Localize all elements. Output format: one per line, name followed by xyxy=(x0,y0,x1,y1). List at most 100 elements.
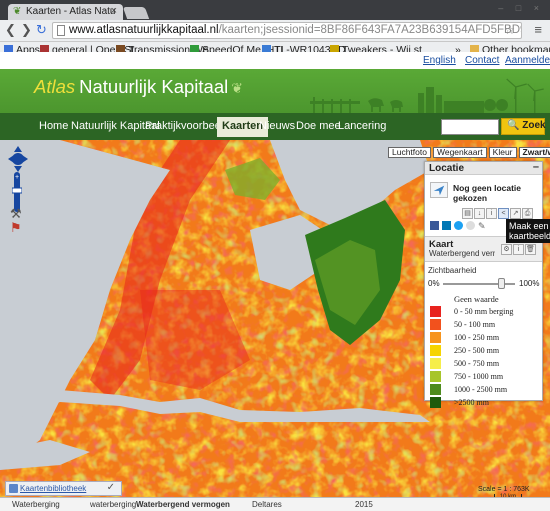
breadcrumb-item[interactable]: Waterbergend vermogen xyxy=(136,500,230,509)
location-arrow-icon[interactable] xyxy=(430,182,448,198)
site-logo[interactable]: Atlas Natuurlijk Kapitaal ❦ xyxy=(34,76,243,98)
reload-icon[interactable]: ↻ xyxy=(36,23,47,37)
link-icon[interactable]: ↗ xyxy=(510,208,521,219)
url-host: www.atlasnatuurlijkkapitaal.nl xyxy=(69,24,219,36)
forward-icon[interactable]: ❯ xyxy=(21,23,32,37)
leaf-icon: ❦ xyxy=(231,80,243,96)
address-bar[interactable]: www.atlasnatuurlijkkapitaal.nl/kaarten;j… xyxy=(52,22,522,39)
legend-swatch xyxy=(430,384,441,395)
minimize-panel-button[interactable]: – xyxy=(533,161,539,173)
info-tool-icon[interactable]: ⚑ xyxy=(10,220,22,236)
browser-tab[interactable]: ❦ Kaarten - Atlas Natu × xyxy=(8,4,123,20)
browser-menu-icon[interactable]: ≡ xyxy=(534,22,542,37)
basemap-luchtfoto[interactable]: Luchtfoto xyxy=(388,147,431,158)
back-icon[interactable]: ❮ xyxy=(5,23,16,37)
tab-title: Kaarten - Atlas Natu xyxy=(26,6,116,17)
layer-settings-icon[interactable]: ⚙ xyxy=(501,244,512,255)
info-icon[interactable]: i xyxy=(486,208,497,219)
layer-buttons: ⚙ i 🗑 xyxy=(501,242,537,255)
print-icon[interactable]: ⎙ xyxy=(522,208,533,219)
layer-delete-icon[interactable]: 🗑 xyxy=(525,244,536,255)
basemap-wegenkaart[interactable]: Wegenkaart xyxy=(432,147,487,158)
legend-swatch xyxy=(430,319,441,330)
leaf-favicon-icon: ❦ xyxy=(13,6,22,17)
opacity-slider-handle[interactable] xyxy=(498,278,506,289)
logo-title: Natuurlijk Kapitaal xyxy=(79,76,229,97)
legend-label: 1000 - 2500 mm xyxy=(454,385,508,394)
legend-label: 100 - 250 mm xyxy=(454,333,500,342)
browser-tab-bar: ❦ Kaarten - Atlas Natu × – □ × xyxy=(0,0,550,20)
legend-swatch xyxy=(430,358,441,369)
nav-lancering[interactable]: Lancering xyxy=(338,120,386,132)
map-library-bar[interactable]: Kaartenbibliotheek ✓ xyxy=(5,481,122,496)
url-path: /kaarten;jsessionid=8BF86F643FA7A23B6391… xyxy=(218,24,522,36)
link-english[interactable]: English xyxy=(423,55,456,66)
breadcrumb-item[interactable]: Deltares xyxy=(252,500,282,509)
legend-tool-icon[interactable]: ▤ xyxy=(462,208,473,219)
browser-toolbar: ❮ ❯ ↻ www.atlasnatuurlijkkapitaal.nl/kaa… xyxy=(0,20,550,42)
legend-title: Geen waarde xyxy=(454,294,499,304)
legend-item: >2500 mm xyxy=(430,397,540,409)
search-button-label: Zoek xyxy=(522,120,546,131)
twitter-icon[interactable] xyxy=(454,221,463,230)
legend-label: 50 - 100 mm xyxy=(454,320,496,329)
legend-item: 250 - 500 mm xyxy=(430,345,540,357)
skyline-illustration xyxy=(310,78,544,113)
email-icon[interactable] xyxy=(466,221,475,230)
legend-swatch xyxy=(430,332,441,343)
base-map-selector: LuchtfotoWegenkaartKleurZwart/wit xyxy=(388,146,550,158)
legend-swatch xyxy=(430,371,441,382)
map-side-panel: Locatie – Nog geen locatie gekozen ▤ ↓ i < ↗… xyxy=(424,161,543,408)
legend-label: >2500 mm xyxy=(454,398,489,407)
download-icon[interactable]: ↓ xyxy=(474,208,485,219)
page-icon xyxy=(57,25,65,36)
layer-info-icon[interactable]: i xyxy=(513,244,524,255)
search-input[interactable] xyxy=(441,119,499,135)
breadcrumb-item[interactable]: waterberging xyxy=(90,500,136,509)
breadcrumb-item[interactable]: 2015 xyxy=(355,500,373,509)
site-banner: Atlas Natuurlijk Kapitaal ❦ xyxy=(0,69,550,113)
close-tab-icon[interactable]: × xyxy=(111,5,117,17)
panel-title-label: Locatie xyxy=(429,163,465,174)
opacity-min-label: 0% xyxy=(428,279,440,288)
breadcrumb-item[interactable]: Waterberging xyxy=(12,500,60,509)
link-aanmelden[interactable]: Aanmelden xyxy=(505,55,550,66)
basemap-kleur[interactable]: Kleur xyxy=(488,147,517,158)
layer-subtitle: Waterbergend vermo... xyxy=(429,249,495,258)
legend-label: 0 - 50 mm berging xyxy=(454,307,514,316)
linkedin-icon[interactable] xyxy=(442,221,451,230)
nav-nieuws[interactable]: Nieuws xyxy=(259,120,295,132)
legend-item: 100 - 250 mm xyxy=(430,332,540,344)
svg-text:+: + xyxy=(15,174,19,181)
location-status: Nog geen locatie gekozen xyxy=(453,183,522,203)
library-icon xyxy=(9,484,18,493)
social-share-row: ✎ xyxy=(430,221,486,232)
legend-item: 1000 - 2500 mm xyxy=(430,384,540,396)
legend-item: 50 - 100 mm xyxy=(430,319,540,331)
legend-item: 500 - 750 mm xyxy=(430,358,540,370)
new-tab-button[interactable] xyxy=(122,7,150,19)
legend-swatch xyxy=(430,345,441,356)
library-link[interactable]: Kaartenbibliotheek xyxy=(20,484,86,493)
link-contact[interactable]: Contact xyxy=(465,55,499,66)
check-icon[interactable]: ✓ xyxy=(107,482,115,493)
legend-label: 750 - 1000 mm xyxy=(454,372,504,381)
window-controls[interactable]: – □ × xyxy=(498,3,544,13)
facebook-icon[interactable] xyxy=(430,221,439,230)
panel-toolbar: ▤ ↓ i < ↗ ⎙ xyxy=(462,206,534,219)
basemap-zwartwit[interactable]: Zwart/wit xyxy=(518,147,550,158)
pencil-icon[interactable]: ✎ xyxy=(478,221,486,231)
share-icon[interactable]: < xyxy=(498,208,509,219)
legend-label: 500 - 750 mm xyxy=(454,359,500,368)
search-button[interactable]: 🔍 Zoek xyxy=(501,118,546,135)
legend-item: 750 - 1000 mm xyxy=(430,371,540,383)
legend-item: 0 - 50 mm berging xyxy=(430,306,540,318)
share-tooltip: Maak een pkaartbeeld xyxy=(506,219,550,243)
tooltip-line: kaartbeeld xyxy=(509,231,550,241)
nav-home[interactable]: Home xyxy=(39,120,68,132)
magnifier-icon: 🔍 xyxy=(507,120,520,131)
map-viewer[interactable]: + ⚒ ⚑ LuchtfotoWegenkaartKleurZwart/wit … xyxy=(0,140,550,511)
pan-control-icon[interactable] xyxy=(7,145,29,173)
nav-doe-mee[interactable]: Doe mee xyxy=(296,120,341,132)
bookmark-star-icon[interactable]: ☆ xyxy=(504,23,515,37)
